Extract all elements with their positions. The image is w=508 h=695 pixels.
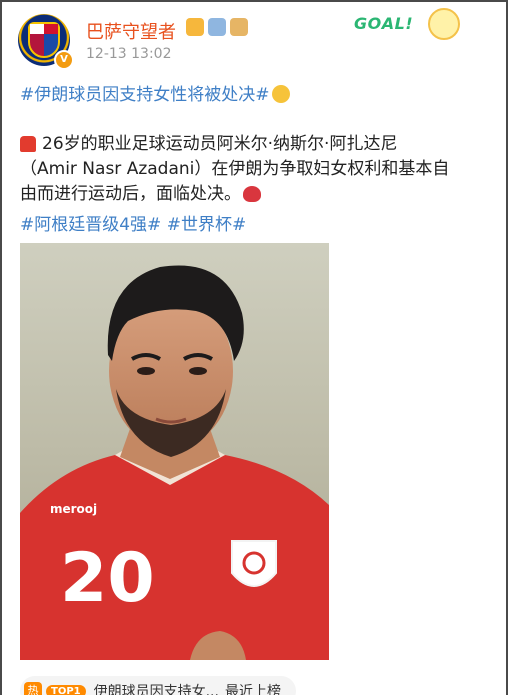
topic-hashtags[interactable]: #阿根廷晋级4强# #世界杯# [20, 210, 246, 235]
rank-badge: TOP1 [46, 684, 86, 695]
jersey-badge-icon [208, 18, 226, 36]
goal-logo-text: GOAL! [354, 14, 414, 33]
weibo-post-card: V 巴萨守望者 12-13 13:02 GOAL! #伊朗球员因支持女性将被处决… [0, 0, 508, 695]
jersey-number: 20 [60, 539, 155, 618]
player-portrait-image: 20 merooj [20, 243, 329, 660]
post-timestamp: 12-13 13:02 [86, 46, 172, 62]
police-siren-icon [20, 136, 36, 152]
hot-icon: 热 [24, 682, 42, 695]
title-hashtag-link[interactable]: #伊朗球员因支持女性将被处决# [20, 85, 270, 105]
trending-status: 最近上榜 [224, 684, 281, 695]
barcelona-crest-icon [28, 22, 60, 58]
post-photo[interactable]: 20 merooj [20, 243, 329, 660]
trending-topic-title: 伊朗球员因支持女... [93, 684, 219, 695]
post-body-text: 26岁的职业足球运动员阿米尔·纳斯尔·阿扎达尼 [42, 134, 398, 154]
post-body-text: 由而进行运动后，面临处决。 [20, 184, 241, 204]
post-body: 26岁的职业足球运动员阿米尔·纳斯尔·阿扎达尼 （Amir Nasr Azada… [20, 132, 496, 207]
user-name[interactable]: 巴萨守望者 [86, 18, 176, 44]
astonished-face-icon [271, 85, 290, 103]
jersey-brand-text: merooj [50, 502, 97, 516]
goal-brand-logo: GOAL! [342, 8, 472, 42]
federation-crest-icon [231, 540, 277, 587]
user-badges [186, 18, 248, 36]
broken-heart-icon [243, 186, 261, 202]
jersey-badge-icon [230, 18, 248, 36]
trending-topic-bar[interactable]: 热 TOP1 伊朗球员因支持女... 最近上榜 [20, 676, 296, 695]
crown-badge-icon [186, 18, 204, 36]
title-hashtag-line: #伊朗球员因支持女性将被处决# [20, 80, 290, 105]
post-body-line: 26岁的职业足球运动员阿米尔·纳斯尔·阿扎达尼 [20, 132, 496, 157]
verified-badge-icon: V [54, 50, 74, 70]
post-body-line: 由而进行运动后，面临处决。 [20, 182, 496, 207]
trophy-sticker-icon [428, 8, 460, 40]
post-body-line: （Amir Nasr Azadani）在伊朗为争取妇女权利和基本自 [20, 159, 450, 179]
